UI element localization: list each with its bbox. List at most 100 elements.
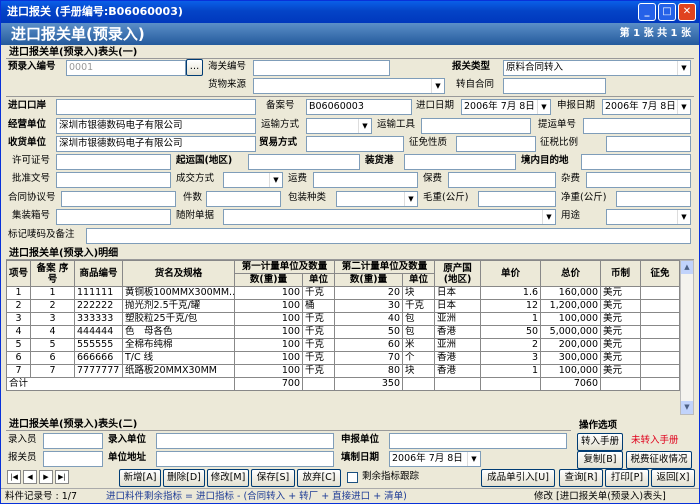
col-header-price[interactable]: 单价 <box>480 260 542 287</box>
table-row[interactable]: 4 4 444444 色 母各色 100 千克 50 包香港 50 5,000,000 美元 <box>6 325 681 339</box>
cell-u2[interactable]: 个 <box>402 351 436 365</box>
cell-total[interactable]: 100,000 <box>540 312 602 326</box>
trade-input[interactable] <box>306 136 404 152</box>
to-manual-button[interactable]: 转入手册 <box>577 433 623 451</box>
cell-tax[interactable] <box>640 364 681 378</box>
cell-u2[interactable]: 包 <box>402 312 436 326</box>
cell-seq[interactable]: 2 <box>30 299 75 313</box>
cell-cur[interactable]: 美元 <box>600 299 642 313</box>
cell-cur[interactable]: 美元 <box>600 338 642 352</box>
cell-q1[interactable]: 100 <box>234 351 303 365</box>
insurance-input[interactable] <box>448 172 556 188</box>
cell-origin[interactable]: 香港 <box>434 351 482 365</box>
cell-name[interactable]: 纸路板20MMX30MM <box>122 364 235 378</box>
pre-no-input[interactable]: 0001 <box>66 60 186 76</box>
entry-input[interactable] <box>43 433 103 449</box>
cell-tax[interactable] <box>640 351 681 365</box>
chevron-down-icon[interactable]: ▼ <box>677 210 690 224</box>
tax-info-button[interactable]: 税费征收情况 <box>626 451 692 469</box>
fill-date-picker[interactable]: 2006年 7月 8日 ▼ <box>389 451 481 467</box>
misc-input[interactable] <box>586 172 691 188</box>
cell-u2[interactable]: 包 <box>402 325 436 339</box>
cell-item[interactable]: 5 <box>6 338 31 352</box>
cell-tax[interactable] <box>640 312 681 326</box>
cell-q2[interactable]: 30 <box>334 299 404 313</box>
modify-button[interactable]: 修改[M] <box>207 469 249 487</box>
cell-item[interactable]: 3 <box>6 312 31 326</box>
col-header-unit1[interactable]: 第一计量单位及数量 <box>233 260 336 274</box>
cell-item[interactable]: 7 <box>6 364 31 378</box>
col-header-u2[interactable]: 单位 <box>402 273 436 287</box>
col-header-origin[interactable]: 原产国(地区) <box>434 260 482 287</box>
license-input[interactable] <box>56 154 171 170</box>
cell-price[interactable]: 12 <box>480 299 542 313</box>
col-header-seq[interactable]: 备案 序号 <box>30 260 75 287</box>
table-row[interactable]: 6 6 666666 T/C 线 100 千克 70 个香港 3 300,000 美元 <box>6 351 681 365</box>
cell-tax[interactable] <box>640 299 681 313</box>
grid-scrollbar[interactable]: ▲ ▼ <box>680 260 694 415</box>
col-header-total[interactable]: 总价 <box>540 260 602 287</box>
cell-item[interactable]: 6 <box>6 351 31 365</box>
col-header-item[interactable]: 项号 <box>6 260 31 287</box>
cell-code[interactable]: 555555 <box>74 338 123 352</box>
transfer-input[interactable] <box>503 78 606 94</box>
cell-origin[interactable]: 亚洲 <box>434 312 482 326</box>
cell-q2[interactable]: 80 <box>334 364 404 378</box>
operator-input[interactable]: 深圳市银德数码电子有限公司 <box>56 118 256 134</box>
discard-button[interactable]: 放弃[C] <box>297 469 341 487</box>
cell-q2[interactable]: 60 <box>334 338 404 352</box>
cell-name[interactable]: 色 母各色 <box>122 325 235 339</box>
cell-price[interactable]: 1.6 <box>480 286 542 300</box>
cell-name[interactable]: 塑胶粒25千克/包 <box>122 312 235 326</box>
docs-select[interactable]: ▼ <box>223 209 556 225</box>
cell-q2[interactable]: 40 <box>334 312 404 326</box>
cell-price[interactable]: 2 <box>480 338 542 352</box>
cell-total[interactable]: 300,000 <box>540 351 602 365</box>
cell-u2[interactable]: 米 <box>402 338 436 352</box>
gross-input[interactable] <box>478 191 556 207</box>
cell-origin[interactable]: 日本 <box>434 286 482 300</box>
cell-q2[interactable]: 50 <box>334 325 404 339</box>
col-header-u1[interactable]: 单位 <box>301 273 336 287</box>
cell-cur[interactable]: 美元 <box>600 312 642 326</box>
scroll-down-icon[interactable]: ▼ <box>681 401 693 414</box>
vehicle-input[interactable] <box>421 118 531 134</box>
cell-cur[interactable]: 美元 <box>600 286 642 300</box>
cell-cur[interactable]: 美元 <box>600 325 642 339</box>
approval-input[interactable] <box>56 172 171 188</box>
cell-u1[interactable]: 千克 <box>301 286 336 300</box>
table-row[interactable]: 5 5 555555 全棉布纯棉 100 千克 60 米亚洲 2 200,000 美元 <box>6 338 681 352</box>
pre-no-lookup-button[interactable]: … <box>186 59 203 76</box>
col-header-tax[interactable]: 征免 <box>640 260 681 287</box>
col-header-currency[interactable]: 币制 <box>600 260 642 287</box>
table-row[interactable]: 3 3 333333 塑胶粒25千克/包 100 千克 40 包亚洲 1 100,000 美元 <box>6 312 681 326</box>
cell-u1[interactable]: 千克 <box>301 364 336 378</box>
cell-u1[interactable]: 千克 <box>301 338 336 352</box>
chevron-down-icon[interactable]: ▼ <box>404 192 417 206</box>
col-header-name[interactable]: 货名及规格 <box>122 260 235 287</box>
cell-name[interactable]: T/C 线 <box>122 351 235 365</box>
cell-q1[interactable]: 100 <box>234 364 303 378</box>
cell-u1[interactable]: 千克 <box>301 312 336 326</box>
cell-name[interactable]: 全棉布纯棉 <box>122 338 235 352</box>
cell-price[interactable]: 50 <box>480 325 542 339</box>
table-row[interactable]: 7 7 7777777 纸路板20MMX30MM 100 千克 80 块香港 1 100,000 美… <box>6 364 681 378</box>
dest-input[interactable] <box>581 154 691 170</box>
cell-price[interactable]: 1 <box>480 312 542 326</box>
cell-tax[interactable] <box>640 286 681 300</box>
copy-button[interactable]: 复制[B] <box>577 451 623 469</box>
deal-select[interactable]: ▼ <box>223 172 283 188</box>
cell-code[interactable]: 111111 <box>74 286 123 300</box>
col-header-qty2[interactable]: 数(重)量 <box>334 273 404 287</box>
pieces-input[interactable] <box>206 191 281 207</box>
origin-country-input[interactable] <box>248 154 360 170</box>
prev-record-icon[interactable]: ◀ <box>23 470 37 484</box>
cell-price[interactable]: 3 <box>480 351 542 365</box>
port-input[interactable] <box>56 99 256 115</box>
cell-u2[interactable]: 块 <box>402 286 436 300</box>
cell-code[interactable]: 222222 <box>74 299 123 313</box>
table-row[interactable]: 2 2 222222 抛光剂2.5千克/罐 100 桶 30 千克 日本 12 1,200,000 美… <box>6 299 681 313</box>
contract-input[interactable] <box>61 191 176 207</box>
cell-seq[interactable]: 1 <box>30 286 75 300</box>
chevron-down-icon[interactable]: ▼ <box>269 173 282 187</box>
